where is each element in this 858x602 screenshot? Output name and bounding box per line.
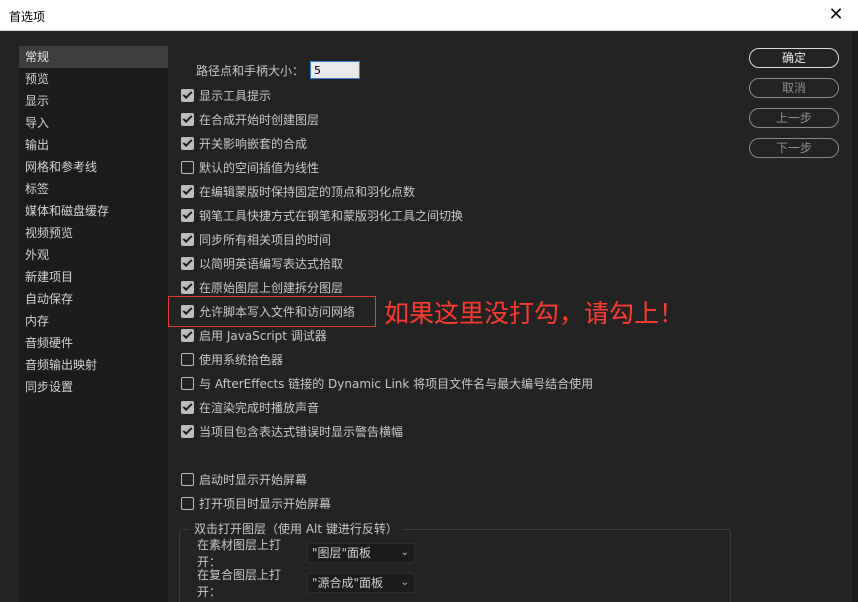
checkbox-checked-icon[interactable]	[181, 184, 194, 198]
sidebar-item-output[interactable]: 输出	[19, 134, 168, 156]
highlight-box	[168, 296, 376, 327]
chevron-down-icon: ⌄	[400, 547, 409, 558]
checkbox-checked-icon[interactable]	[181, 328, 194, 342]
window-edge	[852, 31, 858, 602]
footage-layer-open-row: 在素材图层上打开： "图层"面板 ⌄	[197, 538, 415, 569]
checkbox-switches-affect-nested[interactable]: 开关影响嵌套的合成	[181, 134, 307, 152]
next-button[interactable]: 下一步	[749, 138, 839, 158]
sidebar-item-preview[interactable]: 预览	[19, 68, 168, 90]
checkbox-sync-time[interactable]: 同步所有相关项目的时间	[181, 230, 331, 248]
checkbox-system-color-picker[interactable]: 使用系统拾色器	[181, 350, 283, 368]
comp-layer-open-row: 在复合图层上打开： "源合成"面板 ⌄	[197, 568, 415, 599]
window-title: 首选项	[9, 10, 46, 24]
sidebar-item-audio-output-mapping[interactable]: 音频输出映射	[19, 354, 168, 376]
annotation-text: 如果这里没打勾，请勾上！	[384, 299, 685, 328]
checkbox-enable-js-debugger[interactable]: 启用 JavaScript 调试器	[181, 326, 327, 344]
checkbox-preserve-vertex-count[interactable]: 在编辑蒙版时保持固定的顶点和羽化点数	[181, 182, 415, 200]
title-bar: 首选项 ✕	[0, 0, 858, 31]
checkbox-checked-icon[interactable]	[181, 400, 194, 414]
checkbox-expression-error-banner[interactable]: 当项目包含表达式错误时显示警告横幅	[181, 422, 403, 440]
preferences-sidebar: 常规 预览 显示 导入 输出 网格和参考线 标签 媒体和磁盘缓存 视频预览 外观…	[19, 46, 168, 602]
checkbox-expression-pick-whip[interactable]: 以简明英语编写表达式拾取	[181, 254, 343, 272]
comp-layer-open-label: 在复合图层上打开：	[197, 568, 282, 599]
checkbox-checked-icon[interactable]	[181, 280, 194, 294]
path-handle-size-label: 路径点和手柄大小：	[196, 63, 305, 78]
sidebar-item-display[interactable]: 显示	[19, 90, 168, 112]
sidebar-item-general[interactable]: 常规	[19, 46, 168, 68]
checkbox-start-screen-on-launch[interactable]: 启动时显示开始屏幕	[181, 470, 307, 488]
previous-button[interactable]: 上一步	[749, 108, 839, 128]
checkbox-checked-icon[interactable]	[181, 136, 194, 150]
close-icon[interactable]: ✕	[826, 5, 846, 25]
path-handle-size-input[interactable]	[310, 61, 361, 79]
checkbox-unchecked-icon[interactable]	[181, 352, 194, 366]
sidebar-item-appearance[interactable]: 外观	[19, 244, 168, 266]
sidebar-item-media-disk-cache[interactable]: 媒体和磁盘缓存	[19, 200, 168, 222]
footage-layer-open-label: 在素材图层上打开：	[197, 538, 282, 569]
checkbox-pen-tool-shortcut[interactable]: 钢笔工具快捷方式在钢笔和蒙版羽化工具之间切换	[181, 206, 463, 224]
checkbox-unchecked-icon[interactable]	[181, 472, 194, 486]
sidebar-item-import[interactable]: 导入	[19, 112, 168, 134]
checkbox-checked-icon[interactable]	[181, 424, 194, 438]
sidebar-item-audio-hardware[interactable]: 音频硬件	[19, 332, 168, 354]
double-click-group-legend: 双击打开图层（使用 Alt 键进行反转）	[190, 520, 402, 537]
cancel-button[interactable]: 取消	[749, 78, 839, 98]
checkbox-unchecked-icon[interactable]	[181, 160, 194, 174]
checkbox-checked-icon[interactable]	[181, 88, 194, 102]
checkbox-unchecked-icon[interactable]	[181, 376, 194, 390]
checkbox-dynamic-link-naming[interactable]: 与 AfterEffects 链接的 Dynamic Link 将项目文件名与最…	[181, 374, 593, 392]
checkbox-start-screen-on-open[interactable]: 打开项目时显示开始屏幕	[181, 494, 331, 512]
checkbox-show-tooltips[interactable]: 显示工具提示	[181, 86, 271, 104]
checkbox-split-layers-above[interactable]: 在原始图层上创建拆分图层	[181, 278, 343, 296]
checkbox-default-spatial-linear[interactable]: 默认的空间插值为线性	[181, 158, 319, 176]
sidebar-item-memory[interactable]: 内存	[19, 310, 168, 332]
chevron-down-icon: ⌄	[400, 577, 409, 588]
checkbox-unchecked-icon[interactable]	[181, 496, 194, 510]
checkbox-checked-icon[interactable]	[181, 112, 194, 126]
sidebar-item-grids-guides[interactable]: 网格和参考线	[19, 156, 168, 178]
checkbox-play-sound-on-render[interactable]: 在渲染完成时播放声音	[181, 398, 319, 416]
sidebar-item-labels[interactable]: 标签	[19, 178, 168, 200]
checkbox-checked-icon[interactable]	[181, 232, 194, 246]
footage-layer-open-select[interactable]: "图层"面板 ⌄	[307, 543, 415, 563]
comp-layer-open-select[interactable]: "源合成"面板 ⌄	[307, 573, 415, 593]
checkbox-checked-icon[interactable]	[181, 208, 194, 222]
sidebar-item-auto-save[interactable]: 自动保存	[19, 288, 168, 310]
checkbox-create-layers-at-comp-start[interactable]: 在合成开始时创建图层	[181, 110, 319, 128]
sidebar-item-new-project[interactable]: 新建项目	[19, 266, 168, 288]
ok-button[interactable]: 确定	[749, 48, 839, 68]
sidebar-item-sync-settings[interactable]: 同步设置	[19, 376, 168, 398]
sidebar-item-video-preview[interactable]: 视频预览	[19, 222, 168, 244]
path-handle-size-row: 路径点和手柄大小：	[196, 60, 361, 80]
checkbox-checked-icon[interactable]	[181, 256, 194, 270]
